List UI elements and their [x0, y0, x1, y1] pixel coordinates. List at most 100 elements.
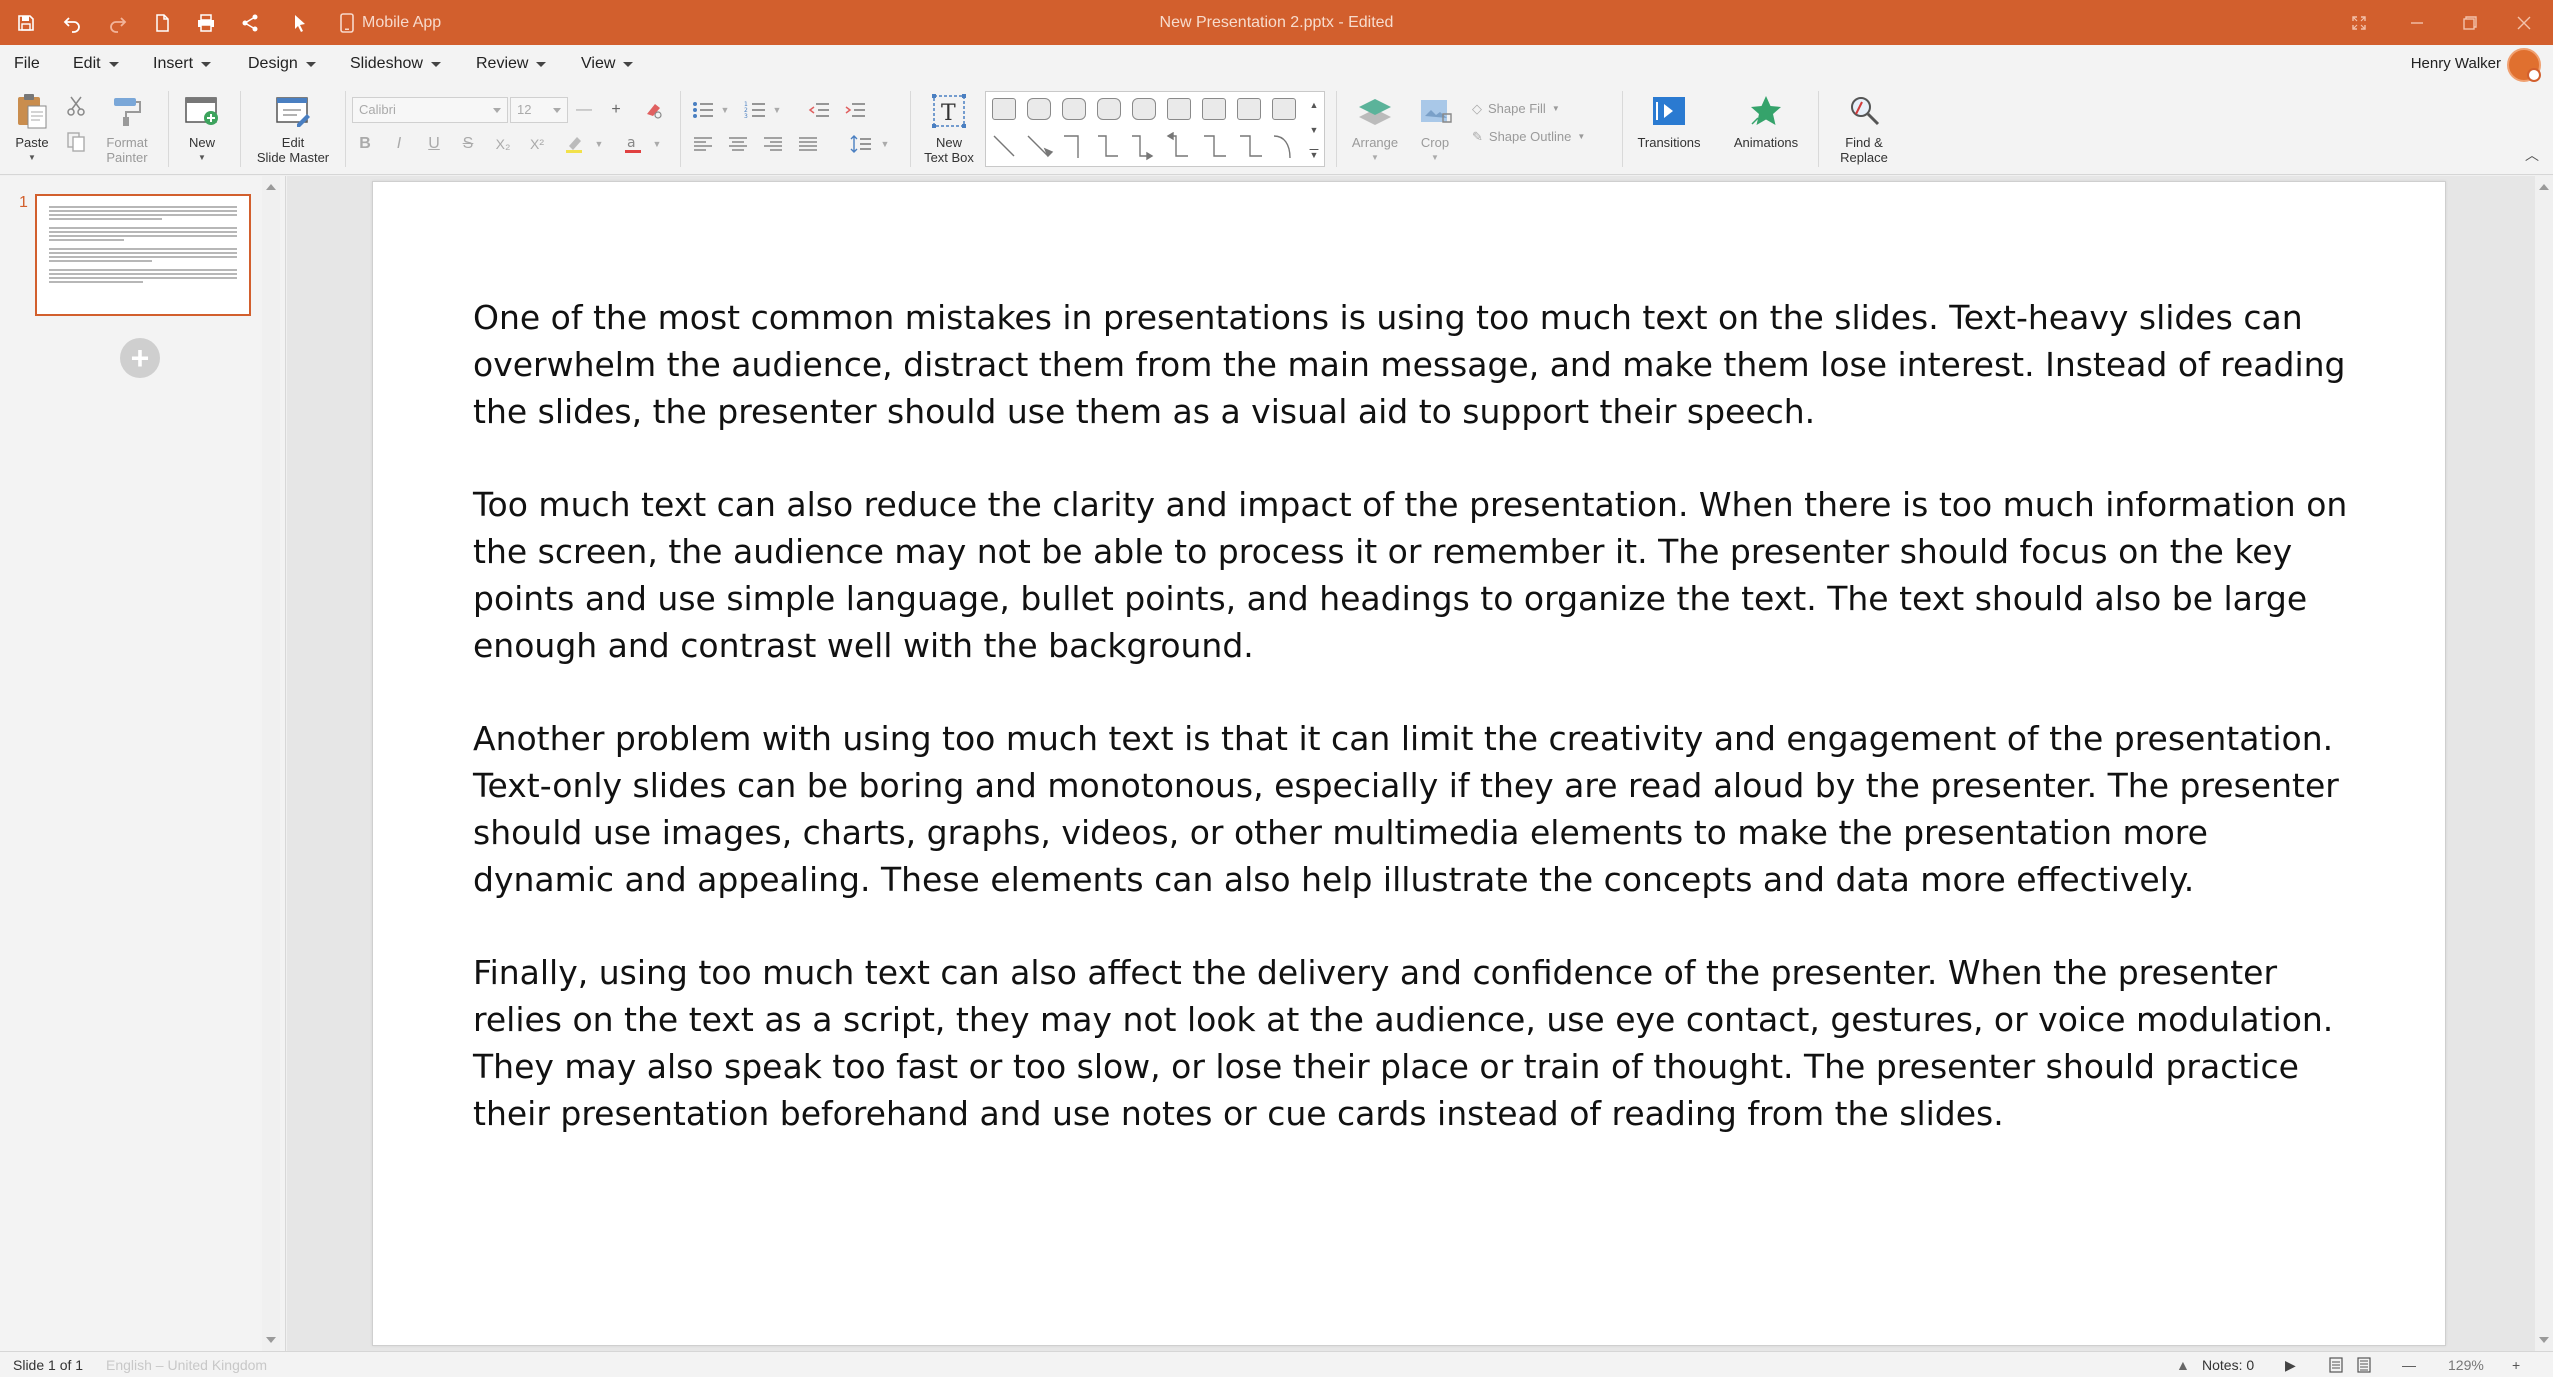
italic-icon[interactable]: I: [386, 131, 412, 157]
transitions-button[interactable]: Transitions: [1630, 91, 1708, 150]
shape-rounded-rectangle[interactable]: [1027, 98, 1053, 122]
shape-rectangle[interactable]: [992, 98, 1018, 122]
highlight-icon[interactable]: [562, 131, 588, 157]
minimize-icon[interactable]: [2388, 0, 2446, 45]
highlight-dropdown-icon[interactable]: ▼: [586, 131, 612, 157]
bullets-dropdown-icon[interactable]: ▼: [712, 97, 738, 123]
font-name-combobox[interactable]: Calibri: [352, 97, 508, 123]
font-size-combobox[interactable]: 12: [510, 97, 568, 123]
increase-font-icon[interactable]: +: [603, 97, 629, 123]
line-spacing-icon[interactable]: [848, 131, 874, 157]
menu-insert[interactable]: Insert: [153, 45, 212, 83]
menu-design[interactable]: Design: [248, 45, 316, 83]
menu-slideshow[interactable]: Slideshow: [350, 45, 441, 83]
avatar[interactable]: [2507, 48, 2541, 82]
menu-file[interactable]: File: [14, 45, 40, 83]
slide-paragraph[interactable]: Too much text can also reduce the clarit…: [473, 481, 2353, 669]
slide-paragraph[interactable]: One of the most common mistakes in prese…: [473, 294, 2353, 435]
align-right-icon[interactable]: [760, 131, 786, 157]
font-color-icon[interactable]: a: [620, 131, 646, 157]
menu-review[interactable]: Review: [476, 45, 547, 83]
redo-icon[interactable]: [96, 0, 140, 45]
share-icon[interactable]: [228, 0, 272, 45]
notes-toggle[interactable]: Notes: 0: [2202, 1352, 2254, 1377]
bold-icon[interactable]: B: [352, 131, 378, 157]
shapes-gallery[interactable]: ▲ ▼ ▼: [985, 91, 1325, 167]
new-text-box-button[interactable]: T New Text Box: [918, 91, 980, 165]
text-box-icon: T: [929, 91, 969, 131]
mobile-app-button[interactable]: Mobile App: [340, 0, 441, 45]
new-document-icon[interactable]: [140, 0, 184, 45]
thumbnail-scrollbar[interactable]: [262, 176, 280, 1351]
cut-icon[interactable]: [63, 93, 89, 119]
slide-paragraph[interactable]: Finally, using too much text can also af…: [473, 949, 2353, 1137]
collapse-ribbon-icon[interactable]: ︿: [2525, 145, 2539, 165]
shape-rounded-rectangle[interactable]: [1132, 98, 1158, 122]
pointer-icon[interactable]: [278, 0, 322, 45]
shape-outline-button[interactable]: ✎ Shape Outline ▼: [1472, 129, 1612, 144]
subscript-icon[interactable]: X₂: [490, 131, 516, 157]
editor-scrollbar[interactable]: [2535, 176, 2553, 1351]
slide-thumbnail[interactable]: [35, 194, 251, 316]
slide-paragraph[interactable]: Another problem with using too much text…: [473, 715, 2353, 903]
shape-snip-rectangle[interactable]: [1237, 98, 1263, 122]
arrange-button[interactable]: Arrange ▼: [1346, 91, 1404, 165]
superscript-icon[interactable]: X²: [524, 131, 550, 157]
outline-view-icon[interactable]: [2356, 1352, 2372, 1377]
paste-button[interactable]: Paste ▼: [8, 91, 56, 165]
close-icon[interactable]: [2495, 0, 2553, 45]
format-painter-button[interactable]: Format Painter: [98, 91, 156, 165]
strikethrough-icon[interactable]: S: [455, 131, 481, 157]
zoom-out-icon[interactable]: —: [2402, 1352, 2416, 1377]
crop-button[interactable]: Crop ▼: [1410, 91, 1460, 165]
notes-icon[interactable]: ▲: [2176, 1352, 2190, 1377]
menu-view[interactable]: View: [581, 45, 634, 83]
clear-formatting-icon[interactable]: [640, 97, 666, 123]
user-name[interactable]: Henry Walker: [2411, 45, 2501, 83]
gallery-expand-icon[interactable]: ▼: [1310, 150, 1319, 160]
connector-shapes[interactable]: [992, 132, 1292, 162]
chevron-up-icon[interactable]: ▲: [1310, 100, 1319, 110]
undo-icon[interactable]: [50, 0, 94, 45]
language-indicator[interactable]: English – United Kingdom: [106, 1352, 267, 1377]
increase-indent-icon[interactable]: [842, 97, 868, 123]
line-spacing-dropdown-icon[interactable]: ▼: [872, 131, 898, 157]
shape-rounded-rectangle[interactable]: [1097, 98, 1123, 122]
shape-snip-rectangle[interactable]: [1167, 98, 1193, 122]
animations-button[interactable]: Animations: [1724, 91, 1808, 150]
slide-canvas[interactable]: One of the most common mistakes in prese…: [372, 181, 2446, 1346]
scroll-up-icon[interactable]: [266, 184, 276, 190]
justify-icon[interactable]: [795, 131, 821, 157]
shape-fill-button[interactable]: ◇ Shape Fill ▼: [1472, 101, 1612, 116]
normal-view-icon[interactable]: [2328, 1352, 2344, 1377]
menu-edit[interactable]: Edit: [73, 45, 119, 83]
slide-text-box[interactable]: One of the most common mistakes in prese…: [473, 294, 2353, 1183]
fullscreen-icon[interactable]: [2330, 0, 2388, 45]
chevron-down-icon[interactable]: ▼: [1310, 125, 1319, 135]
decrease-indent-icon[interactable]: [806, 97, 832, 123]
scroll-down-icon[interactable]: [266, 1337, 276, 1343]
scroll-down-icon[interactable]: [2539, 1337, 2549, 1343]
scroll-up-icon[interactable]: [2539, 184, 2549, 190]
copy-icon[interactable]: [63, 129, 89, 155]
decrease-font-icon[interactable]: —: [571, 97, 597, 123]
underline-icon[interactable]: U: [421, 131, 447, 157]
shape-snip-rectangle[interactable]: [1202, 98, 1228, 122]
new-slide-button[interactable]: New ▼: [178, 91, 226, 165]
find-replace-button[interactable]: Find & Replace: [1826, 91, 1902, 165]
play-slideshow-icon[interactable]: ▶: [2285, 1352, 2296, 1377]
shape-snip-rectangle[interactable]: [1272, 98, 1298, 122]
shape-rounded-rectangle[interactable]: [1062, 98, 1088, 122]
font-color-dropdown-icon[interactable]: ▼: [644, 131, 670, 157]
print-icon[interactable]: [184, 0, 228, 45]
align-center-icon[interactable]: [725, 131, 751, 157]
zoom-in-icon[interactable]: +: [2512, 1352, 2520, 1377]
gallery-scroll[interactable]: ▲ ▼ ▼: [1304, 92, 1324, 168]
restore-icon[interactable]: [2441, 0, 2499, 45]
numbering-dropdown-icon[interactable]: ▼: [764, 97, 790, 123]
zoom-level[interactable]: 129%: [2448, 1352, 2484, 1377]
add-slide-button[interactable]: +: [120, 338, 160, 378]
edit-slide-master-button[interactable]: Edit Slide Master: [250, 91, 336, 165]
align-left-icon[interactable]: [690, 131, 716, 157]
save-icon[interactable]: [4, 0, 48, 45]
